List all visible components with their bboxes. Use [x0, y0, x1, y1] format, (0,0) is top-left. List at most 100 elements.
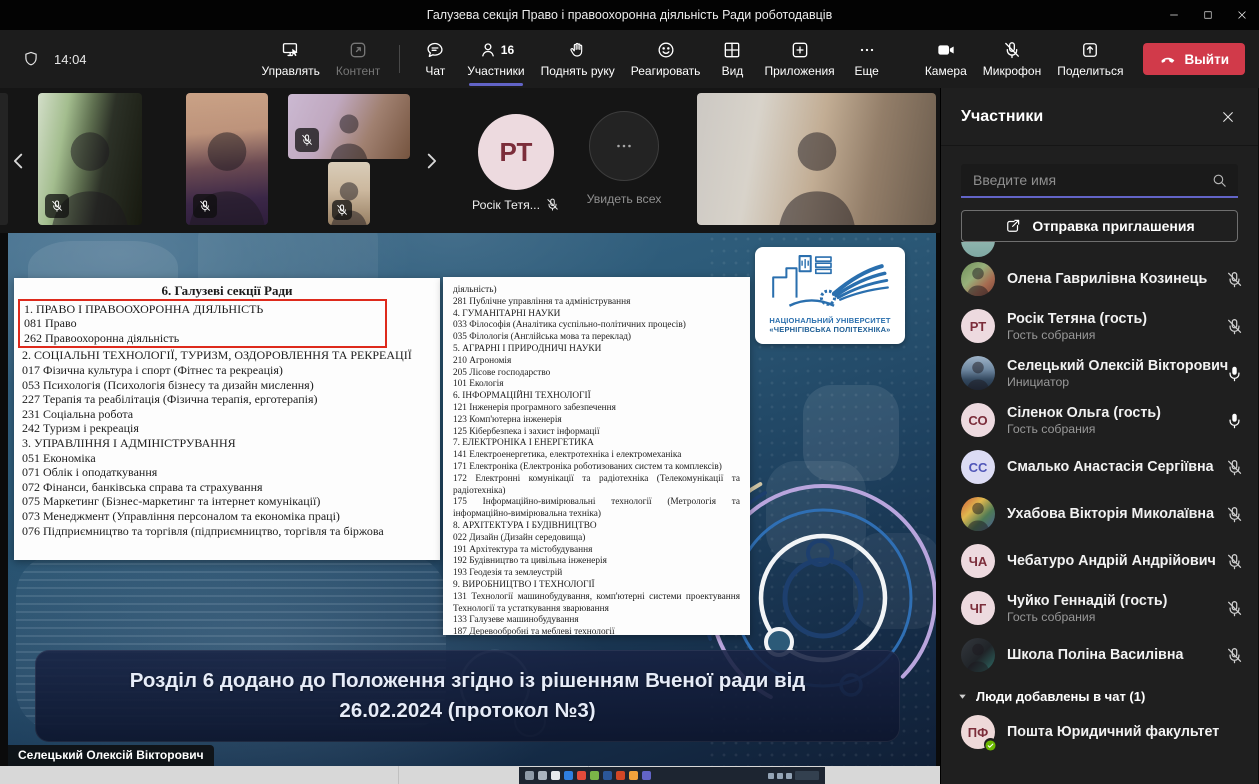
- mic-status-icon[interactable]: [1225, 646, 1244, 665]
- toolbar-button-apps[interactable]: Приложения: [757, 30, 841, 88]
- toolbar-button-label: Поднять руку: [541, 64, 615, 78]
- taskbar-app-icon: [629, 771, 638, 780]
- toolbar-button-content[interactable]: Контент: [329, 30, 387, 88]
- toolbar-button-view[interactable]: Вид: [709, 30, 755, 88]
- taskbar-app-icon: [551, 771, 560, 780]
- banner-line: 26.02.2024 (протокол №3): [35, 696, 900, 726]
- mic-status-icon[interactable]: [1225, 505, 1244, 524]
- document-line: 035 Філологія (Англійська мова та перекл…: [453, 332, 740, 344]
- document-line: 187 Деревообробні та меблеві технології: [453, 627, 740, 635]
- video-tile-video-1[interactable]: [38, 93, 142, 225]
- toolbar-button-mic[interactable]: Микрофон: [976, 40, 1048, 78]
- participant-list: Олена Гаврилівна Козинець РТ Росік Тетян…: [941, 242, 1258, 784]
- toolbar-button-share[interactable]: Поделиться: [1050, 40, 1130, 78]
- toolbar-button-manage[interactable]: Управлять: [255, 30, 327, 88]
- avatar: СО: [961, 403, 995, 437]
- toolbar-button-react[interactable]: Реагировать: [624, 30, 708, 88]
- toolbar-button-label: Участники: [467, 64, 524, 78]
- participant-row[interactable]: ЧГ Чуйко Геннадій (гость) Гость собрания: [961, 586, 1244, 630]
- document-line: 1. ПРАВО І ПРАВООХОРОННА ДІЯЛЬНІСТЬ: [24, 302, 381, 317]
- participant-role: Гость собрания: [1007, 422, 1161, 436]
- document-line: 051 Економіка: [22, 451, 432, 466]
- shared-desktop-taskbar: [0, 766, 940, 784]
- document-line: 3. УПРАВЛІННЯ І АДМІНІСТРУВАННЯ: [22, 436, 432, 451]
- share-tray-icon: [1080, 40, 1100, 60]
- toolbar-button-label: Камера: [925, 64, 967, 78]
- participant-name: Росік Тетя...: [472, 198, 540, 212]
- scroll-left-button[interactable]: [8, 144, 30, 178]
- close-window-button[interactable]: [1225, 0, 1259, 30]
- participant-row[interactable]: СО Сіленок Ольга (гость) Гость собрания: [961, 398, 1244, 442]
- participant-row[interactable]: ПФ Пошта Юридичний факультет: [961, 710, 1244, 754]
- close-icon: [1236, 9, 1248, 21]
- participant-count-badge: 16: [501, 43, 514, 57]
- toolbar-button-participants[interactable]: 16 Участники: [460, 30, 531, 88]
- send-invite-button[interactable]: Отправка приглашения: [961, 210, 1238, 242]
- participant-row[interactable]: Ухабова Вікторія Миколаївна: [961, 492, 1244, 536]
- mic-status-icon[interactable]: [1225, 411, 1244, 430]
- toolbar-button-label: Вид: [722, 64, 744, 78]
- avatar: [961, 242, 995, 257]
- maximize-icon: [1202, 9, 1214, 21]
- close-panel-button[interactable]: [1218, 107, 1238, 127]
- document-line: 053 Психологія (Психологія бізнесу та ди…: [22, 378, 432, 393]
- participant-row[interactable]: Селецький Олексій Вікторович Инициатор: [961, 351, 1244, 395]
- participant-row[interactable]: ЧА Чебатуро Андрій Андрійович: [961, 539, 1244, 583]
- university-logo-emblem: [759, 251, 901, 310]
- chat-section-header[interactable]: Люди добавлены в чат (1): [957, 689, 1244, 704]
- mic-status-icon[interactable]: [1225, 552, 1244, 571]
- toolbar-button-camera[interactable]: Камера: [918, 40, 974, 78]
- document-line: 033 Філософія (Аналітика суспільно-політ…: [453, 320, 740, 332]
- document-line: 017 Фізична культура і спорт (Фітнес та …: [22, 363, 432, 378]
- taskbar-app-icon: [603, 771, 612, 780]
- search-input[interactable]: [961, 164, 1238, 198]
- document-line: 073 Менеджмент (Управління персоналом та…: [22, 509, 432, 524]
- mic-status-icon[interactable]: [1225, 364, 1244, 383]
- participant-name: Чуйко Геннадій (гость): [1007, 593, 1167, 609]
- university-logo: НАЦІОНАЛЬНИЙ УНІВЕРСИТЕТ «ЧЕРНІГІВСЬКА П…: [755, 247, 905, 344]
- document-line: 131 Технології машинобудування, комп'юте…: [453, 592, 740, 616]
- mic-status-icon[interactable]: [1225, 599, 1244, 618]
- decor-blob: [766, 461, 866, 563]
- taskbar-app-icon: [538, 771, 547, 780]
- leave-button[interactable]: Выйти: [1143, 43, 1246, 75]
- overflow-participant-tile[interactable]: РТ Росік Тетя...: [460, 114, 572, 212]
- see-all-tile[interactable]: Увидеть всех: [586, 111, 662, 206]
- scroll-right-button[interactable]: [420, 144, 442, 178]
- window-title: Галузева секція Право і правоохоронна ді…: [120, 0, 1139, 30]
- share-content-icon: [348, 40, 368, 60]
- video-tile-video-4[interactable]: [328, 162, 370, 225]
- participant-row[interactable]: Олена Гаврилівна Козинець: [961, 257, 1244, 301]
- decor-blob: [853, 533, 936, 629]
- mic-status-icon[interactable]: [1225, 458, 1244, 477]
- toolbar-button-raise-hand[interactable]: Поднять руку: [534, 30, 622, 88]
- chat-section-label: Люди добавлены в чат (1): [976, 689, 1145, 704]
- see-all-label: Увидеть всех: [586, 192, 662, 206]
- participant-row[interactable]: РТ Росік Тетяна (гость) Гость собрания: [961, 304, 1244, 348]
- mic-status-icon[interactable]: [1225, 270, 1244, 289]
- participant-role: Гость собрания: [1007, 610, 1167, 624]
- toolbar-button-label: Приложения: [764, 64, 834, 78]
- participant-name: Олена Гаврилівна Козинець: [1007, 271, 1207, 287]
- video-tile-video-2[interactable]: [186, 93, 268, 225]
- avatar: [961, 638, 995, 672]
- mic-muted-icon: [45, 194, 69, 218]
- minimize-button[interactable]: [1157, 0, 1191, 30]
- avatar: [961, 356, 995, 390]
- window-titlebar: Галузева секція Право і правоохоронна ді…: [0, 0, 1259, 30]
- toolbar-button-more[interactable]: Еще: [844, 30, 890, 88]
- taskbar-app-icon: [616, 771, 625, 780]
- toolbar-button-chat[interactable]: Чат: [412, 30, 458, 88]
- chat-icon: [425, 40, 445, 60]
- participant-row[interactable]: СС Смалько Анастасія Сергіївна: [961, 445, 1244, 489]
- participant-row[interactable]: Школа Поліна Василівна: [961, 633, 1244, 677]
- document-line: 101 Екологія: [453, 379, 740, 391]
- participant-name: Сіленок Ольга (гость): [1007, 405, 1161, 421]
- video-tile-video-3[interactable]: [288, 94, 410, 159]
- mic-status-icon[interactable]: [1225, 317, 1244, 336]
- maximize-button[interactable]: [1191, 0, 1225, 30]
- participant-name: Смалько Анастасія Сергіївна: [1007, 459, 1213, 475]
- leave-button-label: Выйти: [1185, 52, 1230, 67]
- participant-name: Школа Поліна Василівна: [1007, 647, 1183, 663]
- spotlight-video-tile[interactable]: [697, 93, 936, 225]
